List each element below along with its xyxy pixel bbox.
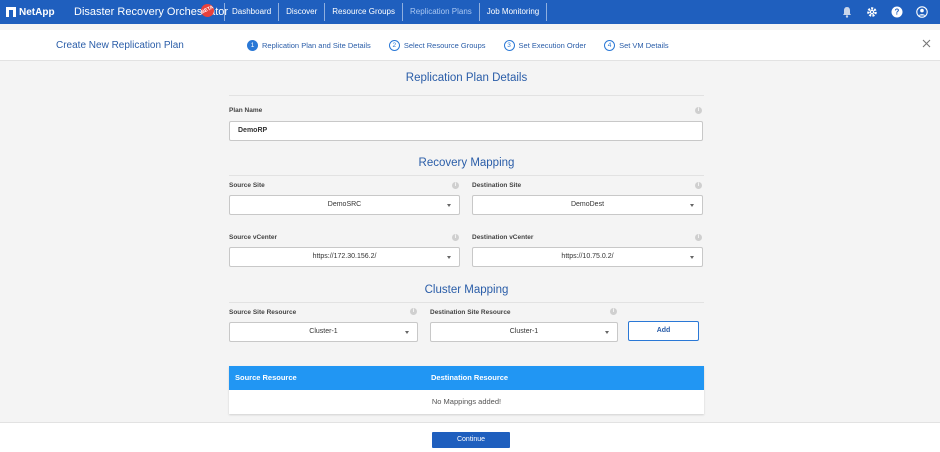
source-resource-select[interactable]: Cluster-1 <box>229 322 418 342</box>
svg-text:?: ? <box>895 8 900 17</box>
source-vcenter-select[interactable]: https://172.30.156.2/ <box>229 247 460 267</box>
destination-resource-value: Cluster-1 <box>509 328 539 335</box>
top-navigation-bar: NetApp Disaster Recovery Orchestrator BE… <box>0 0 940 24</box>
gear-icon[interactable] <box>866 6 878 18</box>
step-site-details[interactable]: 1 Replication Plan and Site Details <box>247 40 371 51</box>
nav-replication-plans[interactable]: Replication Plans <box>401 3 479 21</box>
info-icon[interactable]: i <box>452 234 459 241</box>
top-icons: ? <box>828 0 928 24</box>
divider <box>229 302 704 303</box>
source-vcenter-label: Source vCenter <box>229 234 278 241</box>
wizard-header: Create New Replication Plan 1 Replicatio… <box>0 30 940 61</box>
brand-name: NetApp <box>19 6 55 18</box>
info-icon[interactable]: i <box>695 107 702 114</box>
column-destination-resource: Destination Resource <box>431 373 509 382</box>
plan-name-label: Plan Name <box>229 107 263 114</box>
info-icon[interactable]: i <box>452 182 459 189</box>
wizard-title: Create New Replication Plan <box>56 40 184 51</box>
chevron-down-icon <box>447 256 451 259</box>
destination-vcenter-select[interactable]: https://10.75.0.2/ <box>472 247 703 267</box>
step-vm-details[interactable]: 4 Set VM Details <box>604 40 669 51</box>
source-site-value: DemoSRC <box>327 201 362 208</box>
chevron-down-icon <box>690 256 694 259</box>
section-title-plan-details: Replication Plan Details <box>405 72 528 84</box>
section-title-cluster-mapping: Cluster Mapping <box>424 284 509 296</box>
step-number: 2 <box>388 40 400 51</box>
chevron-down-icon <box>405 331 409 334</box>
footer-bar: Continue <box>0 422 940 452</box>
close-icon[interactable] <box>922 39 931 48</box>
step-number: 4 <box>604 40 616 51</box>
step-label: Replication Plan and Site Details <box>262 41 371 50</box>
divider <box>229 175 704 176</box>
info-icon[interactable]: i <box>695 234 702 241</box>
wizard-steps: 1 Replication Plan and Site Details 2 Se… <box>247 30 687 61</box>
step-execution-order[interactable]: 3 Set Execution Order <box>503 40 587 51</box>
chevron-down-icon <box>447 204 451 207</box>
nav-job-monitoring[interactable]: Job Monitoring <box>478 3 548 21</box>
source-site-select[interactable]: DemoSRC <box>229 195 460 215</box>
destination-site-select[interactable]: DemoDest <box>472 195 703 215</box>
mapping-table: Source Resource Destination Resource No … <box>229 366 704 414</box>
step-resource-groups[interactable]: 2 Select Resource Groups <box>388 40 486 51</box>
step-label: Set Execution Order <box>518 41 587 50</box>
plan-name-input[interactable]: DemoRP <box>229 121 703 141</box>
info-icon[interactable]: i <box>410 308 417 315</box>
destination-resource-select[interactable]: Cluster-1 <box>430 322 618 342</box>
chevron-down-icon <box>605 331 609 334</box>
nav-dashboard[interactable]: Dashboard <box>224 3 278 21</box>
user-icon[interactable] <box>916 6 928 18</box>
destination-resource-label: Destination Site Resource <box>430 309 511 316</box>
section-title-recovery-mapping: Recovery Mapping <box>418 157 515 169</box>
source-vcenter-value: https://172.30.156.2/ <box>312 253 377 260</box>
step-label: Select Resource Groups <box>403 41 486 50</box>
netapp-logo-icon <box>6 7 16 17</box>
step-number: 1 <box>247 40 258 51</box>
source-site-label: Source Site <box>229 182 265 189</box>
destination-vcenter-value: https://10.75.0.2/ <box>561 253 614 260</box>
netapp-logo[interactable]: NetApp <box>6 0 55 24</box>
continue-button[interactable]: Continue <box>432 432 510 448</box>
destination-vcenter-label: Destination vCenter <box>472 234 534 241</box>
divider <box>229 95 704 96</box>
bell-icon[interactable] <box>841 6 853 18</box>
nav-resource-groups[interactable]: Resource Groups <box>324 3 402 21</box>
source-resource-value: Cluster-1 <box>309 328 338 335</box>
main-nav: Dashboard Discover Resource Groups Repli… <box>224 3 548 21</box>
add-mapping-button[interactable]: Add <box>628 321 699 341</box>
info-icon[interactable]: i <box>610 308 617 315</box>
info-icon[interactable]: i <box>695 182 702 189</box>
column-source-resource: Source Resource <box>235 373 297 382</box>
destination-site-label: Destination Site <box>472 182 522 189</box>
destination-site-value: DemoDest <box>570 201 605 208</box>
help-icon[interactable]: ? <box>891 6 903 18</box>
step-label: Set VM Details <box>619 41 669 50</box>
nav-discover[interactable]: Discover <box>278 3 324 21</box>
step-number: 3 <box>503 40 515 51</box>
chevron-down-icon <box>690 204 694 207</box>
empty-state-message: No Mappings added! <box>431 397 502 406</box>
source-resource-label: Source Site Resource <box>229 309 297 316</box>
table-header: Source Resource Destination Resource <box>229 366 704 390</box>
